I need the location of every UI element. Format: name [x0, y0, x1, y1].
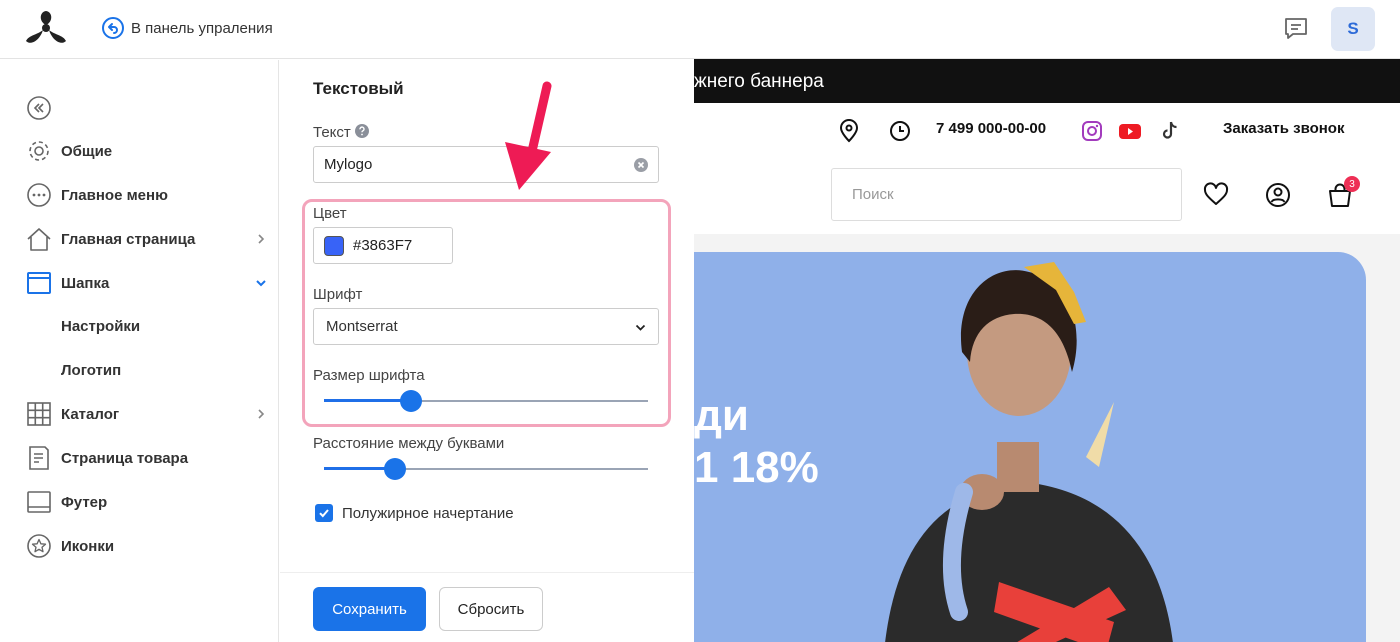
panel-footer: Сохранить Сбросить — [280, 572, 694, 642]
home-icon — [26, 226, 52, 252]
callback-link[interactable]: Заказать звонок — [1223, 120, 1344, 137]
sidebar-item-catalog[interactable]: Каталог — [26, 400, 271, 428]
back-link-label: В панель упраления — [131, 19, 273, 37]
chevron-right-icon — [255, 233, 267, 245]
color-picker-input[interactable]: #3863F7 — [313, 227, 453, 264]
sidebar: Общие Главное меню Главная страница Шапк… — [0, 60, 279, 642]
star-circle-icon — [26, 533, 52, 559]
store-search-input[interactable]: Поиск — [831, 168, 1182, 221]
sidebar-item-footer[interactable]: Футер — [26, 488, 271, 516]
reset-button[interactable]: Сбросить — [439, 587, 543, 631]
sidebar-item-product-page[interactable]: Страница товара — [26, 444, 271, 472]
bold-checkbox-row[interactable]: Полужирное начертание — [315, 504, 514, 522]
text-label: Текст — [313, 124, 351, 141]
dots-circle-icon — [26, 182, 52, 208]
location-pin-icon[interactable] — [837, 119, 861, 143]
back-arrow-circle-icon — [101, 16, 125, 40]
store-header: 7 499 000-00-00 Заказать звонок Поиск 3 — [694, 103, 1400, 234]
youtube-icon[interactable] — [1118, 119, 1142, 143]
promo-banner-bar: жнего баннера — [694, 59, 1400, 103]
sidebar-item-label: Страница товара — [61, 449, 189, 467]
tiktok-icon[interactable] — [1158, 119, 1182, 143]
sidebar-subitem-logo[interactable]: Логотип — [61, 362, 121, 379]
font-select[interactable]: Montserrat — [313, 308, 659, 345]
banner-model-illustration — [885, 262, 1173, 642]
color-label: Цвет — [313, 205, 347, 222]
font-label: Шрифт — [313, 286, 363, 303]
sidebar-item-label: Футер — [61, 493, 108, 511]
cart-count-badge: 3 — [1344, 176, 1360, 192]
collapse-sidebar-icon[interactable] — [27, 96, 51, 120]
chevron-down-icon — [255, 277, 267, 289]
sidebar-item-icons[interactable]: Иконки — [26, 532, 271, 560]
user-account-icon[interactable] — [1265, 182, 1291, 208]
instagram-icon[interactable] — [1080, 119, 1104, 143]
help-icon[interactable] — [354, 124, 369, 138]
grid-icon — [26, 401, 52, 427]
panel-title: Текстовый — [313, 79, 404, 98]
header-window-icon — [26, 270, 52, 296]
sidebar-item-label: Общие — [61, 142, 113, 160]
font-size-slider[interactable] — [324, 389, 648, 413]
clear-icon[interactable] — [633, 157, 649, 173]
footer-window-icon — [26, 489, 52, 515]
promo-text: жнего баннера — [694, 71, 824, 92]
logo-text-input[interactable]: Mylogo — [313, 146, 659, 183]
slider-fill — [324, 399, 412, 402]
annotation-arrow-icon — [497, 80, 557, 192]
bold-checkbox-label: Полужирное начертание — [342, 504, 514, 522]
top-bar: В панель упраления S — [0, 0, 1400, 59]
sidebar-item-label: Иконки — [61, 537, 115, 555]
gear-icon — [26, 138, 52, 164]
color-value: #3863F7 — [353, 237, 413, 254]
font-size-label: Размер шрифта — [313, 367, 425, 384]
sidebar-item-label: Главная страница — [61, 230, 196, 248]
sidebar-item-main-menu[interactable]: Главное меню — [26, 181, 271, 209]
sidebar-item-header[interactable]: Шапка — [26, 269, 271, 297]
slider-thumb[interactable] — [384, 458, 407, 480]
slider-thumb[interactable] — [400, 390, 423, 412]
store-preview: жнего баннера 7 499 000-00-00 Заказать з… — [694, 59, 1400, 642]
sidebar-item-label: Главное меню — [61, 186, 168, 204]
save-button[interactable]: Сохранить — [313, 587, 426, 631]
hero-banner[interactable]: ди 1 18% — [694, 252, 1366, 642]
sidebar-item-general[interactable]: Общие — [26, 137, 271, 165]
chevron-down-icon — [635, 322, 646, 333]
app-logo-icon[interactable] — [25, 10, 67, 46]
logo-settings-panel: Текстовый Текст Mylogo Цвет #3863F7 Шриф… — [280, 60, 694, 642]
font-select-value: Montserrat — [326, 318, 398, 335]
chevron-right-icon — [255, 408, 267, 420]
sidebar-subitem-settings[interactable]: Настройки — [61, 318, 140, 335]
document-icon — [26, 445, 52, 471]
bold-checkbox[interactable] — [315, 504, 333, 522]
sidebar-item-home-page[interactable]: Главная страница — [26, 225, 271, 253]
letter-spacing-label: Расстояние между буквами — [313, 435, 505, 452]
sidebar-item-label: Шапка — [61, 274, 110, 292]
clock-icon — [888, 119, 912, 143]
back-to-dashboard-link[interactable]: В панель упраления — [101, 16, 273, 40]
color-swatch[interactable] — [324, 235, 344, 256]
heart-icon[interactable] — [1203, 182, 1229, 208]
phone-number[interactable]: 7 499 000-00-00 — [936, 120, 1046, 137]
text-field-label: Текст — [313, 124, 369, 141]
avatar[interactable]: S — [1331, 7, 1375, 51]
chat-icon[interactable] — [1283, 16, 1309, 42]
sidebar-item-label: Каталог — [61, 405, 120, 423]
logo-text-value: Mylogo — [324, 156, 373, 173]
letter-spacing-slider[interactable] — [324, 457, 648, 481]
